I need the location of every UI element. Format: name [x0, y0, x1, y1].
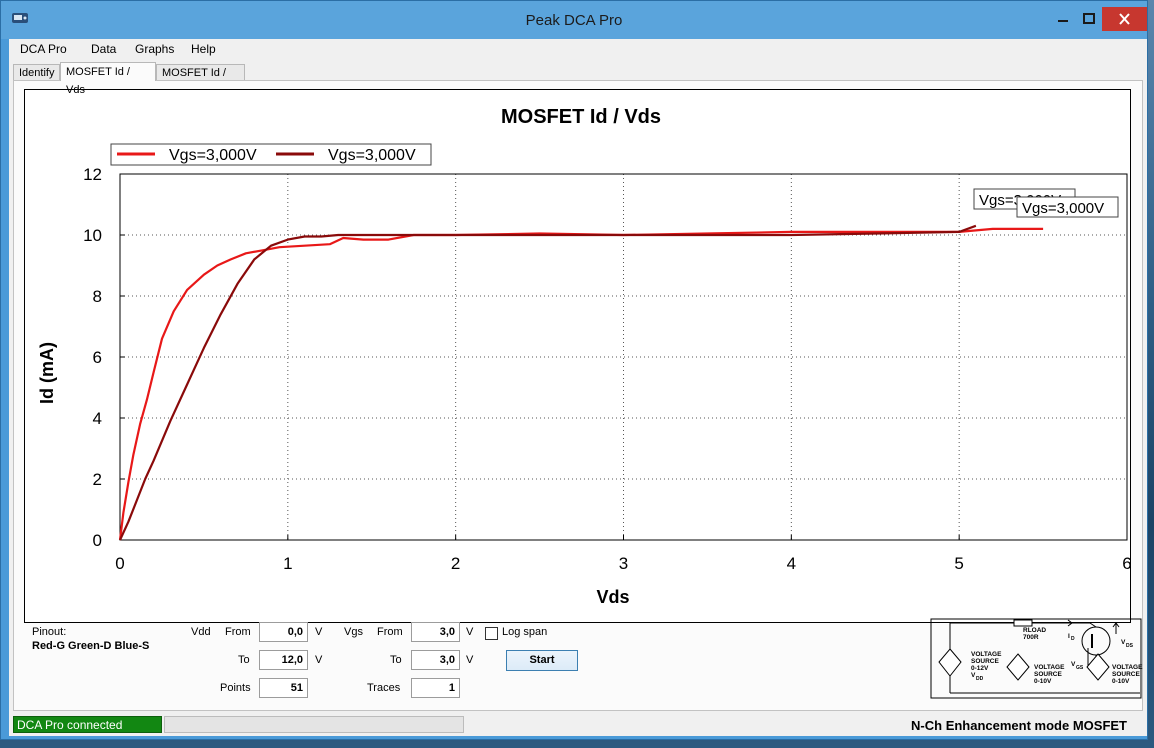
vgs-label: Vgs [344, 626, 363, 638]
plot-frame [119, 173, 1128, 541]
x-axis-label: Vds [596, 587, 629, 607]
pinout-value: Red-G Green-D Blue-S [32, 640, 150, 652]
vdd-from-field[interactable]: 0,0 [259, 622, 308, 642]
window-title: Peak DCA Pro [525, 12, 623, 29]
schematic-vgs-sub: GS [1076, 665, 1084, 671]
log-span-checkbox[interactable] [485, 627, 498, 640]
minimize-icon [1058, 20, 1068, 22]
schematic-id: I [1068, 633, 1070, 640]
x-tick-label: 2 [451, 554, 460, 573]
log-span-label: Log span [502, 626, 548, 638]
menu-graphs[interactable]: Graphs [135, 42, 174, 56]
schematic-rload-value: 700R [1023, 634, 1039, 641]
schematic-vds-sub: DS [1126, 643, 1134, 649]
source3-line3: 0-10V [1112, 678, 1130, 685]
vgs-from-field[interactable]: 3,0 [411, 622, 460, 642]
device-type: N-Ch Enhancement mode MOSFET [911, 718, 1127, 733]
y-tick-label: 6 [93, 348, 102, 367]
y-tick-label: 0 [93, 531, 102, 550]
chart-grid [120, 174, 1127, 540]
start-button[interactable]: Start [506, 650, 578, 671]
traces-field[interactable]: 1 [411, 678, 460, 698]
circuit-schematic: RLOAD 700R I D V DS V GS VOLTAGE SOURCE … [930, 618, 1143, 699]
chart-title: MOSFET Id / Vds [501, 106, 661, 128]
close-button[interactable] [1102, 7, 1147, 31]
vgs-from-unit: V [466, 626, 474, 638]
connection-status: DCA Pro connected [13, 716, 162, 733]
maximize-button[interactable] [1076, 7, 1102, 31]
source3-line2: SOURCE [1112, 671, 1140, 678]
chart-area: MOSFET Id / Vds Vgs=3,000V Vgs=3,000V 012… [24, 89, 1132, 623]
chart-legend: Vgs=3,000V Vgs=3,000V [110, 143, 432, 166]
traces-label: Traces [367, 682, 401, 694]
title-bar[interactable]: Peak DCA Pro [1, 1, 1147, 39]
x-tick-label: 1 [283, 554, 292, 573]
vdd-label: Vdd [191, 626, 211, 638]
x-tick-label: 4 [787, 554, 796, 573]
x-tick-label: 6 [1122, 554, 1130, 573]
x-tick-label: 0 [115, 554, 124, 573]
vgs-from-label: From [377, 626, 403, 638]
legend-label: Vgs=3,000V [328, 147, 416, 164]
menu-bar: DCA Pro Data Graphs Help [9, 39, 1147, 59]
vdd-from-unit: V [315, 626, 323, 638]
source2-line2: SOURCE [1034, 671, 1062, 678]
tab-panel: MOSFET Id / Vds Vgs=3,000V Vgs=3,000V 012… [13, 80, 1143, 711]
points-label: Points [220, 682, 251, 694]
y-tick-label: 8 [93, 287, 102, 306]
source1-line3: 0-12V [971, 665, 989, 672]
source1-line2: SOURCE [971, 658, 999, 665]
close-icon [1119, 13, 1130, 25]
schematic-rload: RLOAD [1023, 627, 1046, 634]
source2-line1: VOLTAGE [1034, 664, 1065, 671]
maximize-icon [1083, 13, 1095, 24]
series-line [119, 224, 977, 541]
vgs-to-unit: V [466, 654, 474, 666]
end-label: Vgs=3,000V [1022, 200, 1104, 217]
source1-line1: VOLTAGE [971, 651, 1002, 658]
chart-series [118, 224, 1044, 541]
vgs-to-field[interactable]: 3,0 [411, 650, 460, 670]
source3-line1: VOLTAGE [1112, 664, 1143, 671]
vdd-to-unit: V [315, 654, 323, 666]
y-tick-label: 10 [83, 226, 102, 245]
minimize-button[interactable] [1050, 7, 1076, 31]
x-tick-label: 3 [619, 554, 628, 573]
tab-mosfet-id-vds[interactable]: MOSFET Id / Vds [60, 62, 156, 96]
source2-line3: 0-10V [1034, 678, 1052, 685]
y-tick-label: 2 [93, 470, 102, 489]
points-field[interactable]: 51 [259, 678, 308, 698]
progress-bar [164, 716, 464, 733]
y-tick-label: 12 [83, 165, 102, 184]
chart-svg: MOSFET Id / Vds Vgs=3,000V Vgs=3,000V 012… [37, 106, 1132, 607]
vdd-to-field[interactable]: 12,0 [259, 650, 308, 670]
y-axis-label: Id (mA) [37, 342, 57, 404]
legend-label: Vgs=3,000V [169, 147, 257, 164]
app-window: Peak DCA Pro DCA Pro Data Graphs Help Id… [0, 0, 1148, 740]
tab-mosfet-id-vgs[interactable]: MOSFET Id / Vgs [156, 64, 245, 95]
status-bar: DCA Pro connected N-Ch Enhancement mode … [9, 714, 1147, 736]
vdd-from-label: From [225, 626, 251, 638]
schematic-vdd-sub: DD [976, 676, 984, 682]
tab-identify[interactable]: Identify [13, 64, 60, 80]
pinout-label: Pinout: [32, 626, 67, 638]
chart-end-labels: Vgs=3,000VVgs=3,000V [973, 188, 1119, 218]
series-line [118, 227, 1044, 541]
vdd-to-label: To [238, 654, 250, 666]
client-area: DCA Pro Data Graphs Help Identify MOSFET… [9, 39, 1147, 736]
x-tick-label: 5 [954, 554, 963, 573]
y-tick-label: 4 [93, 409, 102, 428]
menu-dca-pro[interactable]: DCA Pro [20, 42, 67, 56]
vgs-to-label: To [390, 654, 402, 666]
schematic-id-sub: D [1071, 636, 1075, 642]
menu-data[interactable]: Data [91, 42, 116, 56]
menu-help[interactable]: Help [191, 42, 216, 56]
